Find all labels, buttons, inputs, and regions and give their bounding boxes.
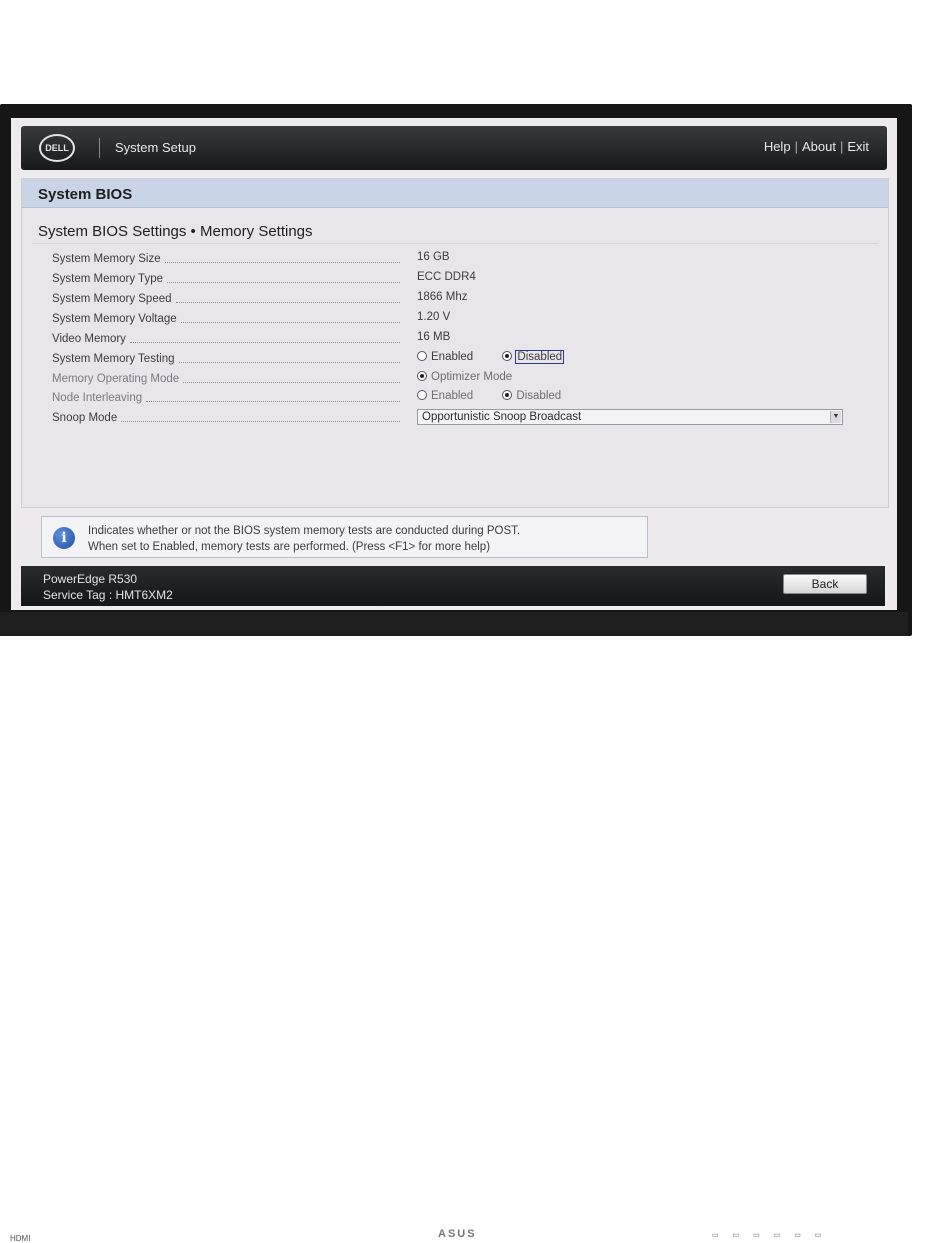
help-line-2: When set to Enabled, memory tests are pe… <box>88 541 491 553</box>
about-link[interactable]: About <box>802 139 836 154</box>
setting-value: ECC DDR4 <box>417 271 476 283</box>
setting-value: 16 GB <box>417 251 450 263</box>
setting-row-memory-size: System Memory Size 16 GB <box>22 249 888 269</box>
radio-button-selected <box>502 389 513 400</box>
radio-option-enabled: Enabled <box>417 389 473 402</box>
setting-row-memory-voltage: System Memory Voltage 1.20 V <box>22 309 888 329</box>
settings-panel: System BIOS System BIOS Settings • Memor… <box>21 178 889 508</box>
radio-option-optimizer-mode: Optimizer Mode <box>417 370 512 383</box>
help-line-1: Indicates whether or not the BIOS system… <box>88 525 521 537</box>
hdmi-label: HDMI <box>10 1234 31 1243</box>
monitor-bottom-bezel: HDMI ASUS ▭ ▭ ▭ ▭ ▭ ▭ <box>0 612 908 1243</box>
setting-label: System Memory Type <box>52 273 163 285</box>
radio-option-disabled: Disabled <box>502 389 561 402</box>
dell-logo: DELL <box>39 134 75 162</box>
setting-row-memory-operating-mode: Memory Operating Mode Optimizer Mode <box>22 369 888 389</box>
radio-group-memory-testing: Enabled Disabled <box>417 350 589 364</box>
help-link[interactable]: Help <box>764 139 791 154</box>
help-box: i Indicates whether or not the BIOS syst… <box>41 516 648 558</box>
radio-button <box>417 389 427 400</box>
footer-bar: PowerEdge R530 Service Tag : HMT6XM2 Bac… <box>21 566 885 606</box>
setting-row-memory-speed: System Memory Speed 1866 Mhz <box>22 289 888 309</box>
setting-label: System Memory Voltage <box>52 313 177 325</box>
setting-label: Snoop Mode <box>52 412 118 424</box>
bios-screen: DELL System Setup Help | About | Exit System… <box>11 118 897 610</box>
setting-label: System Memory Testing <box>52 353 175 365</box>
setting-value: 1.20 V <box>417 311 451 323</box>
info-icon: i <box>53 527 75 549</box>
chevron-down-icon[interactable]: ▼ <box>830 411 841 423</box>
header-title: System Setup <box>115 140 196 155</box>
page-subtitle: System BIOS Settings • Memory Settings <box>38 223 313 240</box>
back-button[interactable]: Back <box>783 574 867 594</box>
setting-row-snoop-mode: Snoop Mode Opportunistic Snoop Broadcast… <box>22 408 888 428</box>
snoop-mode-dropdown[interactable]: Opportunistic Snoop Broadcast ▼ <box>417 409 843 425</box>
divider <box>32 243 878 244</box>
setting-value: 16 MB <box>417 331 451 343</box>
setting-label: System Memory Size <box>52 253 161 265</box>
header-bar: DELL System Setup Help | About | Exit <box>21 126 887 170</box>
exit-link[interactable]: Exit <box>847 139 869 154</box>
header-divider <box>99 138 100 158</box>
dropdown-value: Opportunistic Snoop Broadcast <box>422 411 582 423</box>
monitor-buttons: ▭ ▭ ▭ ▭ ▭ ▭ <box>712 1232 828 1239</box>
radio-option-disabled[interactable]: Disabled <box>502 350 565 364</box>
setting-value: 1866 Mhz <box>417 291 468 303</box>
setting-row-memory-testing: System Memory Testing Enabled Disabled <box>22 349 888 369</box>
setting-label: Node Interleaving <box>52 392 143 404</box>
radio-option-enabled[interactable]: Enabled <box>417 350 473 363</box>
setting-label: Video Memory <box>52 333 126 345</box>
radio-group-operating-mode: Optimizer Mode <box>417 370 538 383</box>
section-title-bar: System BIOS <box>22 179 888 208</box>
radio-button-selected[interactable] <box>502 350 513 361</box>
header-links: Help | About | Exit <box>763 139 869 154</box>
system-model: PowerEdge R530 <box>43 572 138 586</box>
service-tag: Service Tag : HMT6XM2 <box>43 588 173 602</box>
setting-label: Memory Operating Mode <box>52 373 180 385</box>
setting-row-memory-type: System Memory Type ECC DDR4 <box>22 269 888 289</box>
radio-button[interactable] <box>417 350 427 361</box>
radio-group-node-interleaving: Enabled Disabled <box>417 389 587 402</box>
setting-label: System Memory Speed <box>52 293 172 305</box>
radio-button-selected <box>417 370 427 381</box>
setting-row-node-interleaving: Node Interleaving Enabled Disabled <box>22 388 888 408</box>
asus-logo: ASUS <box>438 1228 477 1240</box>
help-text: Indicates whether or not the BIOS system… <box>88 523 520 555</box>
section-title: System BIOS <box>38 186 133 203</box>
setting-row-video-memory: Video Memory 16 MB <box>22 329 888 349</box>
